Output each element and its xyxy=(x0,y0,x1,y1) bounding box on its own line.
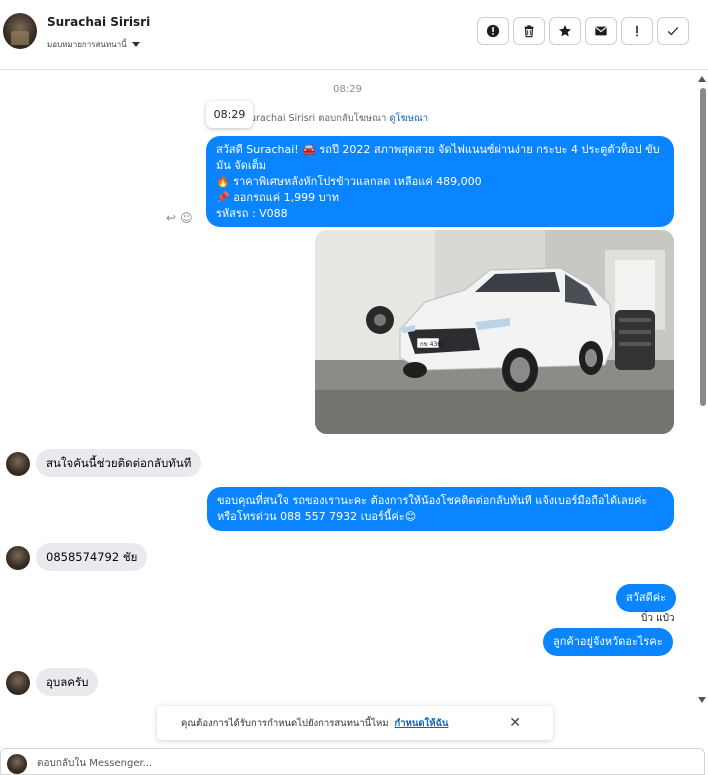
assign-label: มอบหมายการสนทนานี้ xyxy=(47,40,127,49)
customer-avatar[interactable] xyxy=(6,671,30,695)
star-button[interactable] xyxy=(549,17,581,45)
alert-circle-icon xyxy=(486,24,500,38)
contact-name[interactable]: Surachai Sirisri xyxy=(47,15,150,29)
page-avatar xyxy=(7,754,27,774)
outgoing-message-line: ขอบคุณที่สนใจ รถของเรานะคะ ต้องการให้น้อ… xyxy=(217,494,648,507)
conversation-header: Surachai Sirisri มอบหมายการสนทนานี้ xyxy=(0,0,708,70)
sender-name: บิ๋ว แป๋ว xyxy=(641,613,675,624)
incoming-message[interactable]: อุบลครับ xyxy=(36,668,99,696)
mark-unread-button[interactable] xyxy=(585,17,617,45)
assign-conversation-dropdown[interactable]: มอบหมายการสนทนานี้ xyxy=(47,38,140,51)
outgoing-message[interactable]: สวัสดีค่ะ xyxy=(616,584,677,612)
ad-message-line: มัน จัดเต็ม xyxy=(216,159,267,172)
pickup-truck-image: กข 4361 xyxy=(315,230,674,434)
check-icon xyxy=(667,27,679,36)
ad-message-line: 🔥 ราคาพิเศษหลังหักโปรข้าวแลกลด เหลือแค่ … xyxy=(216,175,482,188)
report-button[interactable] xyxy=(477,17,509,45)
outgoing-message-line: หรือโทรด่วน 088 557 7932 เบอร์นี้ค่ะ😊 xyxy=(217,510,417,523)
incoming-message[interactable]: สนใจคันนี้ช่วยติดต่อกลับทันที xyxy=(36,449,202,477)
message-composer xyxy=(0,748,705,775)
header-toolbar xyxy=(477,17,689,45)
reply-input[interactable] xyxy=(37,753,637,773)
close-icon[interactable]: ✕ xyxy=(509,715,521,731)
incoming-message[interactable]: 0858574792 ชัย xyxy=(36,543,148,571)
message-timestamp: 08:29 xyxy=(333,84,362,95)
star-icon xyxy=(559,25,571,37)
customer-avatar[interactable] xyxy=(6,452,30,476)
ad-message-line: สวัสดี Surachai! 🚘 รถปี 2022 สภาพสุดสวย … xyxy=(216,143,660,156)
delete-button[interactable] xyxy=(513,17,545,45)
scroll-down-arrow-icon[interactable] xyxy=(698,697,706,703)
ad-reply-text: urachai Sirisri ตอบกลับโฆษณา xyxy=(250,113,387,124)
reply-arrow-icon[interactable]: ↩ xyxy=(166,211,176,225)
avatar[interactable] xyxy=(3,13,37,49)
envelope-icon xyxy=(595,26,607,36)
outgoing-message[interactable]: ลูกค้าอยู่จังหวัดอะไรคะ xyxy=(543,628,673,656)
message-actions: ↩ ☺ xyxy=(166,211,193,225)
exclamation-icon xyxy=(636,25,638,37)
ad-message-bubble[interactable]: สวัสดี Surachai! 🚘 รถปี 2022 สภาพสุดสวย … xyxy=(206,136,674,227)
ad-message-line: 📌 ออกรถแค่ 1,999 บาท xyxy=(216,191,339,204)
car-photo[interactable]: กข 4361 xyxy=(315,230,674,434)
scrollbar-thumb[interactable] xyxy=(700,88,706,406)
assign-prompt-text: คุณต้องการได้รับการกำหนดไปยังการสนทนานี้… xyxy=(181,717,389,729)
trash-icon xyxy=(524,25,534,38)
assign-to-me-link[interactable]: กำหนดให้ฉัน xyxy=(395,716,449,731)
customer-avatar[interactable] xyxy=(6,546,30,570)
ad-message-line: รหัสรถ : V088 xyxy=(216,207,288,220)
assign-prompt-toast: คุณต้องการได้รับการกำหนดไปยังการสนทนานี้… xyxy=(157,706,553,740)
scroll-up-arrow-icon[interactable] xyxy=(698,76,706,82)
caret-down-icon xyxy=(131,42,140,47)
messenger-conversation: Surachai Sirisri มอบหมายการสนทนานี้ 08:2… xyxy=(0,0,708,775)
svg-text:กข 4361: กข 4361 xyxy=(420,341,445,348)
spam-button[interactable] xyxy=(621,17,653,45)
view-ad-link[interactable]: ดูโฆษณา xyxy=(389,113,428,124)
done-button[interactable] xyxy=(657,17,689,45)
react-smiley-icon[interactable]: ☺ xyxy=(180,211,193,225)
ad-reply-note: urachai Sirisri ตอบกลับโฆษณา ดูโฆษณา xyxy=(250,111,428,126)
outgoing-message[interactable]: ขอบคุณที่สนใจ รถของเรานะคะ ต้องการให้น้อ… xyxy=(207,487,674,531)
time-tooltip: 08:29 xyxy=(206,101,253,128)
